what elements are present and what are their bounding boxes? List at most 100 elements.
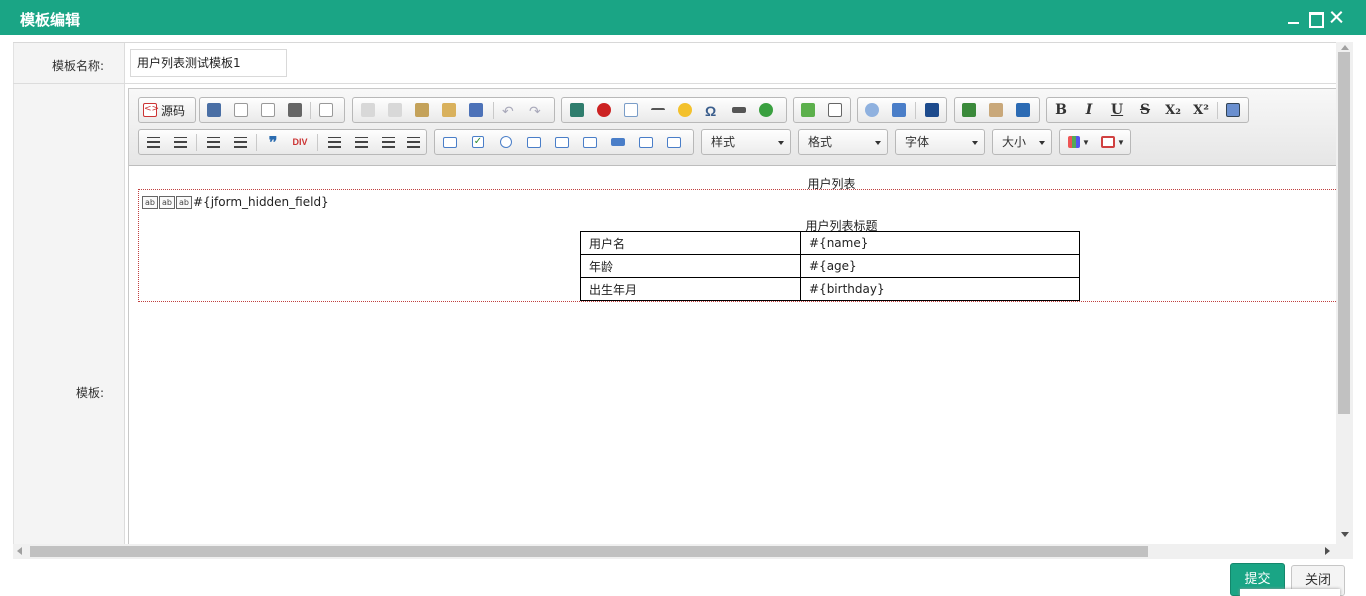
radio-icon xyxy=(500,136,512,148)
bulleted-list-button[interactable] xyxy=(170,133,190,151)
paragraph-group: ❞ DIV xyxy=(138,129,427,155)
vertical-scroll-thumb[interactable] xyxy=(1338,52,1350,414)
underline-button[interactable]: U xyxy=(1107,101,1127,119)
scroll-right-icon[interactable] xyxy=(1325,547,1330,555)
copy-icon xyxy=(388,103,402,117)
toolbar-separator xyxy=(915,102,916,119)
redo-icon: ↷ xyxy=(529,103,541,119)
undo-button[interactable]: ↶ xyxy=(499,101,519,119)
text-color-button[interactable]: ▼ xyxy=(1064,133,1094,151)
tooltip-popup xyxy=(1240,589,1340,596)
copy-button[interactable] xyxy=(385,101,405,119)
iframe-button[interactable] xyxy=(756,101,776,119)
blockquote-button[interactable]: ❞ xyxy=(263,133,283,152)
hidden-field-button[interactable] xyxy=(664,133,684,151)
radio-button[interactable] xyxy=(496,133,516,151)
table-props-button[interactable]: ▼ xyxy=(1098,133,1128,151)
toolbar-separator xyxy=(1217,102,1218,119)
align-center-icon xyxy=(354,136,368,148)
table-cell-label[interactable]: 出生年月 xyxy=(580,277,801,301)
minimize-icon[interactable] xyxy=(1286,10,1302,26)
smiley-button[interactable] xyxy=(675,101,695,119)
unlink-button[interactable] xyxy=(986,101,1006,119)
image-button-field[interactable] xyxy=(636,133,656,151)
horizontal-rule-button[interactable] xyxy=(648,101,668,119)
checkbox-icon: ✓ xyxy=(472,136,484,148)
maximize-icon[interactable] xyxy=(1308,10,1324,28)
scroll-up-icon[interactable] xyxy=(1341,45,1349,50)
text-field-button[interactable] xyxy=(524,133,544,151)
cut-button[interactable] xyxy=(358,101,378,119)
form-button-button[interactable] xyxy=(608,133,628,151)
paste-button[interactable] xyxy=(412,101,432,119)
strikethrough-button[interactable]: S xyxy=(1135,101,1155,119)
remove-format-button[interactable] xyxy=(1223,101,1243,119)
templates-button[interactable] xyxy=(316,101,336,119)
table-grid-icon xyxy=(1101,136,1116,148)
editor-content[interactable]: 用户列表 ab ab ab #{jform_hidden_field} 用户列表… xyxy=(129,167,1353,544)
table-cell-label[interactable]: 年龄 xyxy=(580,254,801,278)
image-button-icon xyxy=(639,136,653,148)
scroll-left-icon[interactable] xyxy=(17,547,22,555)
format-dropdown[interactable]: 格式 xyxy=(798,129,888,155)
horizontal-scroll-thumb[interactable] xyxy=(30,546,1148,557)
size-dropdown[interactable]: 大小 xyxy=(992,129,1052,155)
textarea-button[interactable] xyxy=(552,133,572,151)
align-left-button[interactable] xyxy=(324,133,344,151)
horizontal-scrollbar[interactable] xyxy=(13,544,1353,559)
find-button[interactable] xyxy=(862,101,882,119)
print-icon xyxy=(288,103,302,117)
color-group: ▼ ▼ xyxy=(1059,129,1131,155)
table-cell-value[interactable]: #{age} xyxy=(800,254,1080,278)
checkbox-button[interactable]: ✓ xyxy=(468,133,488,151)
image-button[interactable] xyxy=(567,101,587,119)
show-blocks-button[interactable] xyxy=(825,101,845,119)
align-right-button[interactable] xyxy=(378,133,398,151)
outdent-button[interactable] xyxy=(203,133,223,151)
align-center-button[interactable] xyxy=(351,133,371,151)
form-frame: 模板名称: 模板: 用户列表测试模板1 <> 源码 ↶ ↷ Ω B I U S … xyxy=(13,42,1353,544)
table-cell-value[interactable]: #{name} xyxy=(800,231,1080,255)
italic-button[interactable]: I xyxy=(1079,101,1099,119)
table-cell-label[interactable]: 用户名 xyxy=(580,231,801,255)
table-row: 用户名 #{name} xyxy=(580,231,1080,255)
scroll-down-icon[interactable] xyxy=(1341,532,1349,537)
superscript-button[interactable]: X² xyxy=(1191,101,1211,119)
page-break-button[interactable] xyxy=(729,101,749,119)
table-button[interactable] xyxy=(621,101,641,119)
create-div-button[interactable]: DIV xyxy=(290,133,310,151)
template-name-input[interactable]: 用户列表测试模板1 xyxy=(130,49,287,77)
text-field-icon: ab xyxy=(159,195,175,209)
vertical-scrollbar[interactable] xyxy=(1336,42,1353,544)
justify-button[interactable] xyxy=(403,133,423,151)
indent-button[interactable] xyxy=(230,133,250,151)
globe-icon xyxy=(759,103,773,117)
bold-button[interactable]: B xyxy=(1051,101,1071,119)
form-button[interactable] xyxy=(440,133,460,151)
preview-button[interactable] xyxy=(258,101,278,119)
chevron-down-icon xyxy=(875,141,881,145)
source-button[interactable]: <> 源码 xyxy=(143,101,185,119)
redo-button[interactable]: ↷ xyxy=(526,101,546,119)
paste-word-button[interactable] xyxy=(466,101,486,119)
select-all-button[interactable] xyxy=(922,101,942,119)
flash-button[interactable] xyxy=(594,101,614,119)
numbered-list-button[interactable] xyxy=(143,133,163,151)
special-char-button[interactable]: Ω xyxy=(702,101,722,119)
table-icon xyxy=(624,103,638,117)
print-button[interactable] xyxy=(285,101,305,119)
select-field-button[interactable] xyxy=(580,133,600,151)
maximize-editor-button[interactable] xyxy=(798,101,818,119)
paste-text-button[interactable] xyxy=(439,101,459,119)
replace-button[interactable] xyxy=(889,101,909,119)
table-cell-value[interactable]: #{birthday} xyxy=(800,277,1080,301)
close-icon[interactable] xyxy=(1329,10,1345,26)
new-page-button[interactable] xyxy=(231,101,251,119)
link-button[interactable] xyxy=(959,101,979,119)
style-dropdown[interactable]: 样式 xyxy=(701,129,791,155)
anchor-button[interactable] xyxy=(1013,101,1033,119)
save-button[interactable] xyxy=(204,101,224,119)
font-dropdown[interactable]: 字体 xyxy=(895,129,985,155)
subscript-button[interactable]: X₂ xyxy=(1163,101,1183,119)
row-divider xyxy=(13,83,1353,84)
